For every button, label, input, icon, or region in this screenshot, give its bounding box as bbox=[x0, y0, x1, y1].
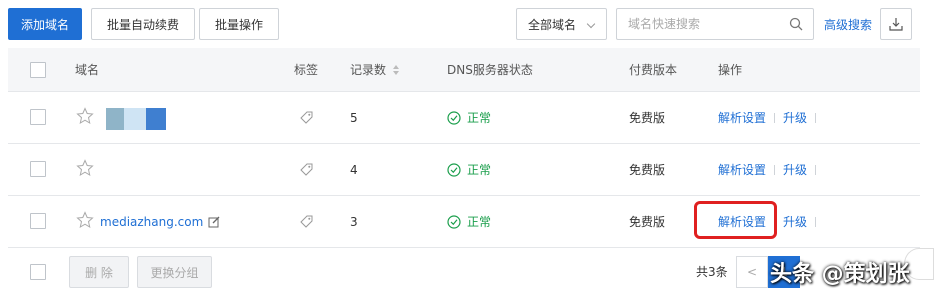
check-circle-icon bbox=[447, 162, 461, 177]
search-box bbox=[616, 8, 814, 40]
header-plan: 付费版本 bbox=[629, 63, 678, 77]
record-count: 3 bbox=[350, 214, 358, 229]
chevron-down-icon bbox=[586, 19, 596, 29]
divider bbox=[774, 164, 776, 175]
table-header: 域名 标签 记录数 DNS服务器状态 付费版本 操作 bbox=[8, 48, 920, 92]
table-row: 5 正常 免费版 解析设置 升级 bbox=[8, 92, 920, 144]
record-count: 4 bbox=[350, 162, 358, 177]
download-button[interactable] bbox=[880, 8, 912, 40]
upgrade-link[interactable]: 升级 bbox=[783, 109, 807, 126]
batch-ops-button[interactable]: 批量操作 bbox=[199, 8, 279, 40]
redacted-domain-block bbox=[124, 108, 146, 130]
batch-renew-button[interactable]: 批量自动续费 bbox=[91, 8, 195, 40]
toolbar: 添加域名 批量自动续费 批量操作 全部域名 高级搜索 bbox=[0, 0, 934, 48]
header-domain: 域名 bbox=[75, 63, 100, 77]
footer-select-all-checkbox[interactable] bbox=[30, 264, 46, 280]
dns-status: 正常 bbox=[447, 92, 491, 143]
plan: 免费版 bbox=[629, 111, 666, 125]
check-circle-icon bbox=[447, 110, 461, 125]
header-tags: 标签 bbox=[294, 63, 319, 77]
dns-status-text: 正常 bbox=[467, 163, 492, 177]
search-icon[interactable] bbox=[789, 17, 803, 31]
domain-name: mediazhang.com bbox=[100, 196, 220, 247]
resolve-settings-link[interactable]: 解析设置 bbox=[718, 109, 766, 126]
dns-status: 正常 bbox=[447, 196, 491, 247]
star-icon[interactable] bbox=[76, 107, 94, 125]
sort-icon[interactable] bbox=[392, 64, 400, 76]
redacted-domain-block bbox=[146, 108, 166, 130]
domain-link[interactable]: mediazhang.com bbox=[100, 215, 203, 229]
check-circle-icon bbox=[447, 214, 461, 229]
actions: 解析设置 升级 bbox=[718, 144, 817, 195]
plan: 免费版 bbox=[629, 215, 666, 229]
header-actions: 操作 bbox=[718, 63, 743, 77]
tag-icon[interactable] bbox=[300, 215, 313, 228]
select-all-checkbox[interactable] bbox=[30, 62, 46, 78]
divider bbox=[815, 112, 817, 123]
domain-filter-select[interactable]: 全部域名 bbox=[516, 8, 607, 40]
redacted-domain-block bbox=[106, 108, 124, 130]
table-row: mediazhang.com 3 正常 免费版 解析设置 升级 bbox=[8, 196, 920, 248]
tag-icon[interactable] bbox=[300, 163, 313, 176]
resolve-settings-link[interactable]: 解析设置 bbox=[718, 161, 766, 178]
plan: 免费版 bbox=[629, 163, 666, 177]
search-input[interactable] bbox=[628, 9, 788, 39]
actions: 解析设置 升级 bbox=[718, 92, 817, 143]
header-dns-status: DNS服务器状态 bbox=[447, 63, 533, 77]
tag-icon[interactable] bbox=[300, 111, 313, 124]
dns-status-text: 正常 bbox=[467, 215, 492, 229]
dns-status-text: 正常 bbox=[467, 111, 492, 125]
table-row: 4 正常 免费版 解析设置 升级 bbox=[8, 144, 920, 196]
add-domain-button[interactable]: 添加域名 bbox=[8, 8, 82, 40]
divider bbox=[815, 216, 817, 227]
highlight-box bbox=[694, 201, 777, 239]
watermark: 头条 @策划张 bbox=[770, 262, 910, 287]
row-checkbox[interactable] bbox=[30, 161, 46, 177]
delete-button[interactable]: 删 除 bbox=[69, 256, 129, 288]
download-icon bbox=[889, 18, 903, 31]
star-icon[interactable] bbox=[76, 159, 94, 177]
edit-icon[interactable] bbox=[208, 216, 220, 228]
record-count: 5 bbox=[350, 110, 358, 125]
star-icon[interactable] bbox=[76, 211, 94, 229]
divider bbox=[815, 164, 817, 175]
pager-prev-button[interactable]: < bbox=[736, 256, 768, 288]
dns-status: 正常 bbox=[447, 144, 491, 195]
row-checkbox[interactable] bbox=[30, 213, 46, 229]
divider bbox=[774, 112, 776, 123]
header-records[interactable]: 记录数 bbox=[350, 48, 400, 91]
change-group-button[interactable]: 更换分组 bbox=[137, 256, 212, 288]
pager-total: 共3条 bbox=[696, 265, 728, 279]
upgrade-link[interactable]: 升级 bbox=[783, 213, 807, 230]
upgrade-link[interactable]: 升级 bbox=[783, 161, 807, 178]
header-records-label: 记录数 bbox=[350, 63, 387, 77]
domain-filter-value: 全部域名 bbox=[528, 17, 577, 32]
advanced-search-link[interactable]: 高级搜索 bbox=[824, 16, 872, 33]
row-checkbox[interactable] bbox=[30, 109, 46, 125]
